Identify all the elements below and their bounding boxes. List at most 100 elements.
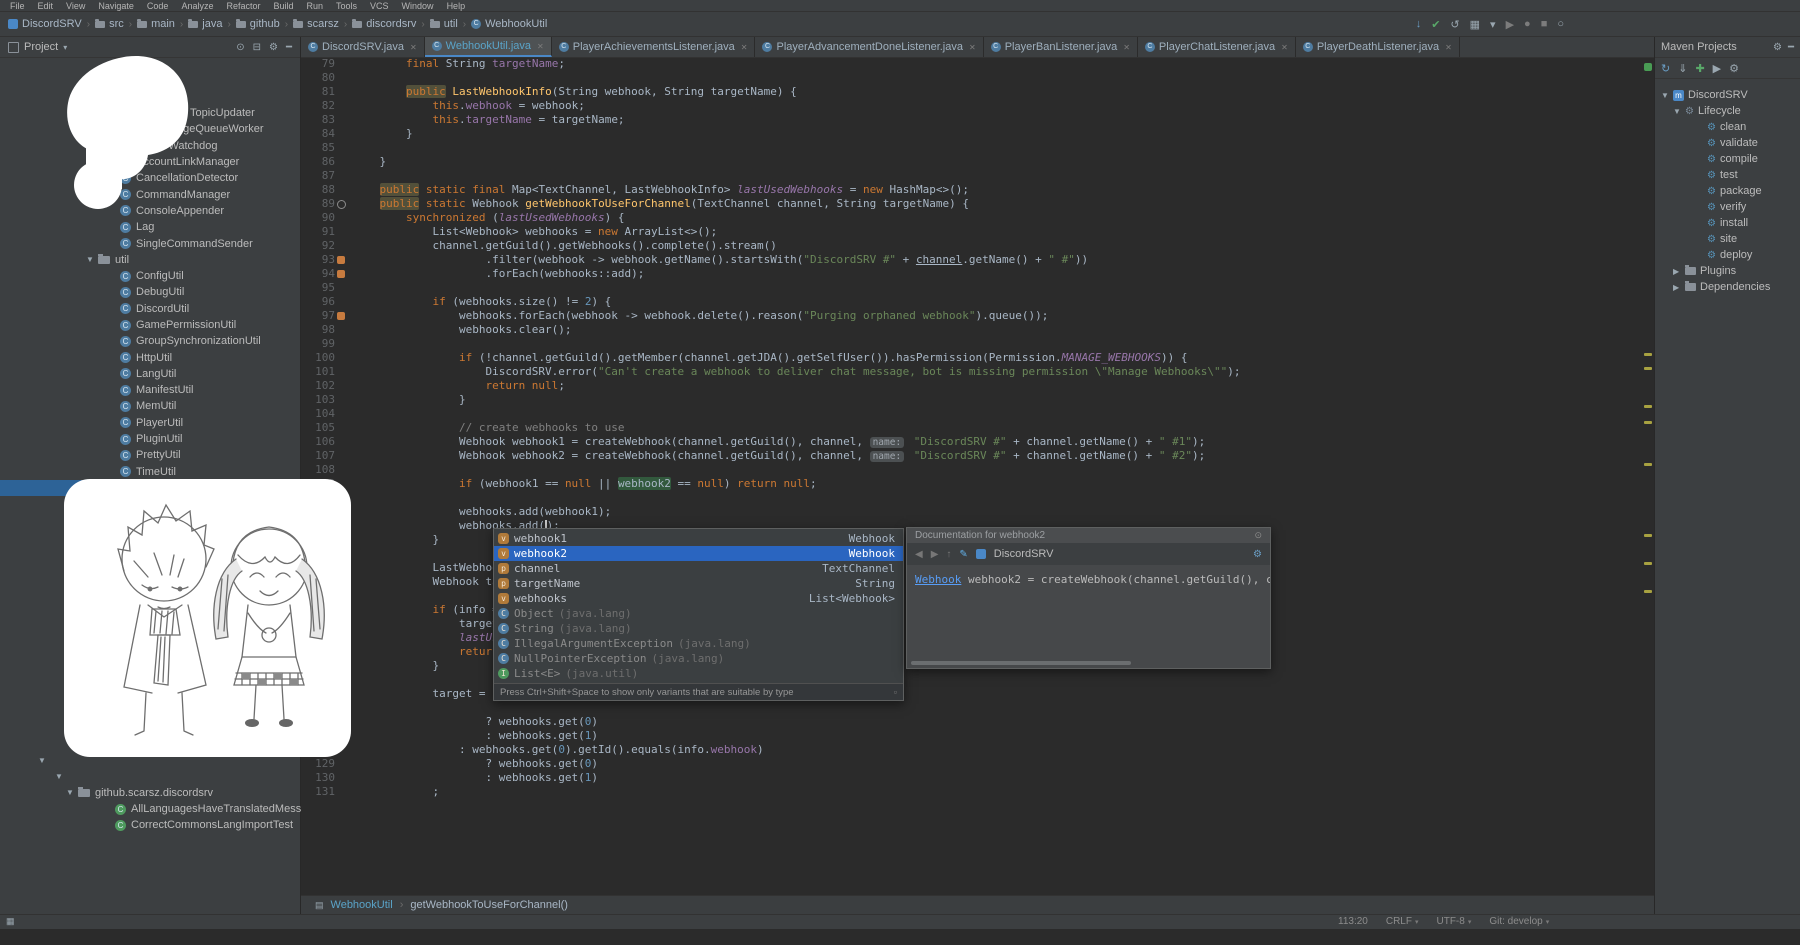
- maven-item-site[interactable]: site: [1655, 231, 1800, 247]
- close-icon[interactable]: ✕: [410, 43, 417, 52]
- download-sources-icon[interactable]: ⇓: [1678, 62, 1687, 75]
- chevron-down-icon[interactable]: ▾: [63, 43, 67, 52]
- menu-edit[interactable]: Edit: [38, 1, 54, 11]
- nav-item-discordsrv[interactable]: discordsrv: [352, 18, 416, 30]
- chevron-right-icon[interactable]: ▶: [1673, 267, 1685, 276]
- add-maven-project-icon[interactable]: ✚: [1695, 62, 1704, 75]
- completion-item-webhooks[interactable]: vwebhooksList<Webhook>: [494, 591, 903, 606]
- stop-icon[interactable]: ■: [1541, 18, 1548, 30]
- tree-item-correctcommonslangimporttest[interactable]: CorrectCommonsLangImportTest: [0, 817, 300, 833]
- run-config-arrow-icon[interactable]: ▾: [1490, 18, 1496, 31]
- doc-horizontal-scrollbar[interactable]: [911, 661, 1131, 665]
- warning-stripe-mark[interactable]: [1644, 534, 1652, 537]
- maven-item-clean[interactable]: clean: [1655, 119, 1800, 135]
- tree-item-prettyutil[interactable]: PrettyUtil: [0, 447, 300, 463]
- close-icon[interactable]: ✕: [741, 43, 748, 52]
- close-icon[interactable]: ✕: [537, 42, 544, 51]
- breadcrumb-file[interactable]: WebhookUtil: [331, 899, 393, 911]
- tree-item-httputil[interactable]: HttpUtil: [0, 349, 300, 365]
- vcs-update-icon[interactable]: ↓: [1416, 18, 1422, 30]
- completion-item-string[interactable]: CString(java.lang): [494, 621, 903, 636]
- close-icon[interactable]: ✕: [1281, 43, 1288, 52]
- completion-item-webhook1[interactable]: vwebhook1Webhook: [494, 531, 903, 546]
- maven-item-discordsrv[interactable]: ▼DiscordSRV: [1655, 87, 1800, 103]
- nav-item-java[interactable]: java: [188, 18, 222, 30]
- status-widget-utf-8[interactable]: UTF-8▾: [1436, 916, 1471, 927]
- maven-item-validate[interactable]: validate: [1655, 135, 1800, 151]
- tree-item-gamepermissionutil[interactable]: GamePermissionUtil: [0, 317, 300, 333]
- refresh-icon[interactable]: ↻: [1661, 62, 1670, 75]
- menu-navigate[interactable]: Navigate: [98, 1, 134, 11]
- warning-stripe-mark[interactable]: [1644, 405, 1652, 408]
- completion-item-list-e-[interactable]: IList<E>(java.util): [494, 666, 903, 681]
- close-icon[interactable]: ✕: [969, 43, 976, 52]
- menu-vcs[interactable]: VCS: [370, 1, 389, 11]
- tree-item-pluginutil[interactable]: PluginUtil: [0, 431, 300, 447]
- gear-icon[interactable]: ⚙: [1253, 549, 1262, 560]
- chevron-down-icon[interactable]: ▼: [1661, 91, 1673, 100]
- menu-window[interactable]: Window: [402, 1, 434, 11]
- menu-view[interactable]: View: [66, 1, 85, 11]
- nav-item-github[interactable]: github: [236, 18, 280, 30]
- completion-item-webhook2[interactable]: vwebhook2Webhook: [494, 546, 903, 561]
- maven-item-install[interactable]: install: [1655, 215, 1800, 231]
- menu-help[interactable]: Help: [447, 1, 466, 11]
- menu-build[interactable]: Build: [273, 1, 293, 11]
- tree-item-singlecommandsender[interactable]: SingleCommandSender: [0, 235, 300, 251]
- hide-panel-icon[interactable]: ━: [286, 42, 292, 53]
- tree-item-memutil[interactable]: MemUtil: [0, 398, 300, 414]
- tab-playerchatlistener-java[interactable]: PlayerChatListener.java✕: [1138, 37, 1296, 57]
- tab-playerbanlistener-java[interactable]: PlayerBanListener.java✕: [984, 37, 1138, 57]
- maven-settings-icon[interactable]: ⚙: [1729, 62, 1739, 75]
- nav-item-discordsrv[interactable]: DiscordSRV: [8, 18, 82, 30]
- up-icon[interactable]: ↑: [946, 549, 951, 560]
- execute-goal-icon[interactable]: ▶: [1713, 62, 1721, 75]
- completion-item-nullpointerexception[interactable]: CNullPointerException(java.lang): [494, 651, 903, 666]
- menu-tools[interactable]: Tools: [336, 1, 357, 11]
- nav-item-main[interactable]: main: [137, 18, 175, 30]
- tab-discordsrv-java[interactable]: DiscordSRV.java✕: [301, 37, 425, 57]
- completion-item-targetname[interactable]: ptargetNameString: [494, 576, 903, 591]
- vcs-commit-icon[interactable]: ✔: [1431, 18, 1440, 31]
- run-icon[interactable]: ▶: [1506, 18, 1514, 31]
- back-icon[interactable]: ◀: [915, 549, 923, 560]
- chevron-down-icon[interactable]: ▼: [55, 772, 67, 781]
- chevron-down-icon[interactable]: ▼: [38, 756, 50, 765]
- tab-playerdeathlistener-java[interactable]: PlayerDeathListener.java✕: [1296, 37, 1460, 57]
- locate-icon[interactable]: ⊙: [236, 42, 244, 53]
- maven-item-test[interactable]: test: [1655, 167, 1800, 183]
- code-editor[interactable]: 7980818283848586878889909192939495969798…: [301, 57, 1642, 896]
- tree-item-alllanguageshavetranslatedmessagestest[interactable]: AllLanguagesHaveTranslatedMessagesTest: [0, 801, 300, 817]
- maven-item-package[interactable]: package: [1655, 183, 1800, 199]
- status-widget-113-20[interactable]: 113:20: [1338, 916, 1368, 927]
- menu-analyze[interactable]: Analyze: [181, 1, 213, 11]
- close-icon[interactable]: ✕: [1123, 43, 1130, 52]
- tree-item-timeutil[interactable]: TimeUtil: [0, 464, 300, 480]
- nav-item-scarsz[interactable]: scarsz: [293, 18, 339, 30]
- tree-item-playerutil[interactable]: PlayerUtil: [0, 415, 300, 431]
- maven-item-compile[interactable]: compile: [1655, 151, 1800, 167]
- tree-item-langutil[interactable]: LangUtil: [0, 366, 300, 382]
- tree-item[interactable]: ▼: [0, 768, 300, 784]
- hide-panel-icon[interactable]: ━: [1788, 42, 1794, 53]
- maven-item-verify[interactable]: verify: [1655, 199, 1800, 215]
- completion-item-channel[interactable]: pchannelTextChannel: [494, 561, 903, 576]
- completion-item-illegalargumentexception[interactable]: CIllegalArgumentException(java.lang): [494, 636, 903, 651]
- tree-item-github-scarsz-discordsrv[interactable]: ▼github.scarsz.discordsrv: [0, 785, 300, 801]
- close-icon[interactable]: ✕: [1445, 43, 1452, 52]
- tab-playerachievementslistener-java[interactable]: PlayerAchievementsListener.java✕: [552, 37, 756, 57]
- tab-webhookutil-java[interactable]: WebhookUtil.java✕: [425, 37, 552, 57]
- edit-icon[interactable]: ✎: [959, 549, 967, 560]
- tree-item-discordutil[interactable]: DiscordUtil: [0, 301, 300, 317]
- warning-stripe-mark[interactable]: [1644, 421, 1652, 424]
- debug-icon[interactable]: ●: [1524, 18, 1531, 30]
- pin-icon[interactable]: ⊙: [1254, 530, 1262, 541]
- warning-stripe-mark[interactable]: [1644, 463, 1652, 466]
- menu-refactor[interactable]: Refactor: [226, 1, 260, 11]
- nav-item-src[interactable]: src: [95, 18, 124, 30]
- maven-item-dependencies[interactable]: ▶Dependencies: [1655, 279, 1800, 295]
- tree-item-manifestutil[interactable]: ManifestUtil: [0, 382, 300, 398]
- warning-stripe-mark[interactable]: [1644, 353, 1652, 356]
- search-icon[interactable]: ○: [1557, 18, 1564, 30]
- maven-item-lifecycle[interactable]: ▼Lifecycle: [1655, 103, 1800, 119]
